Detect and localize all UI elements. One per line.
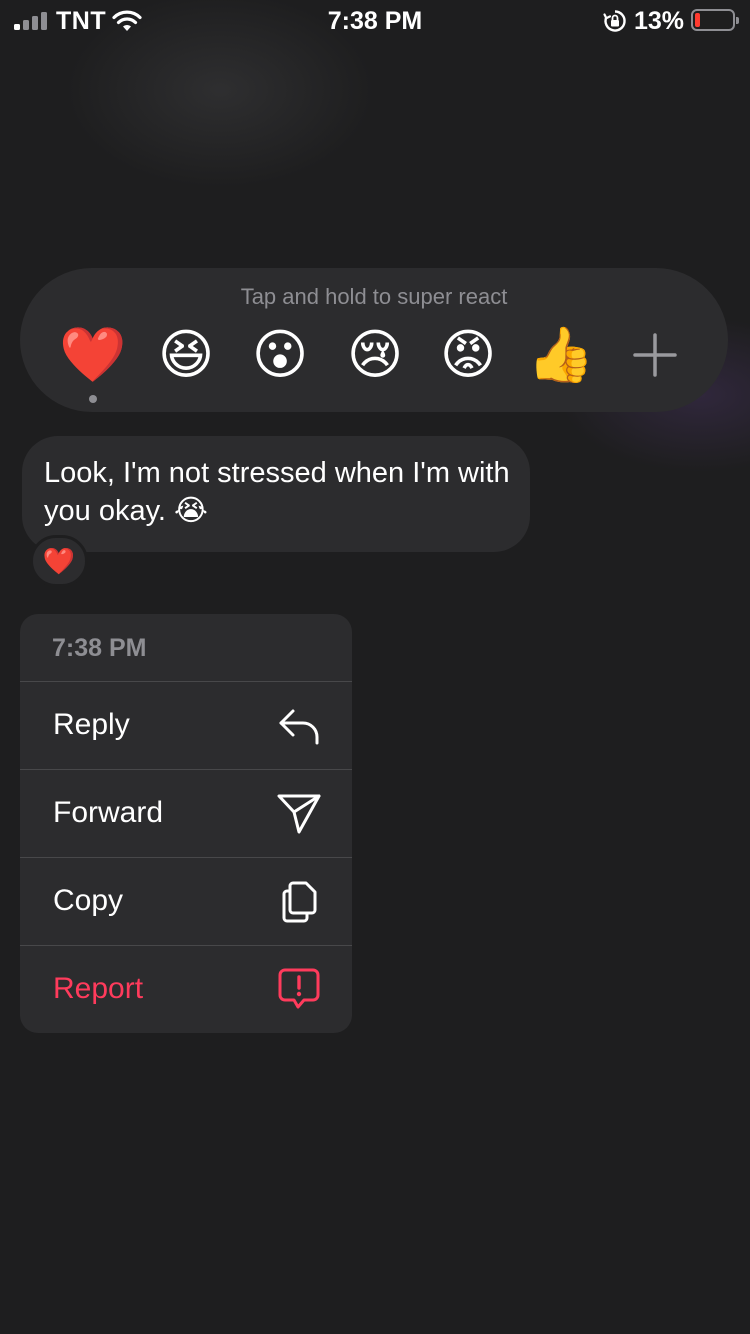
menu-item-forward[interactable]: Forward [20, 769, 352, 856]
reaction-surprised-button[interactable]: 😮 [245, 320, 315, 390]
reaction-laughing-button[interactable]: 😆 [151, 320, 221, 390]
menu-item-label: Forward [53, 796, 164, 829]
reaction-thumbs-up-button[interactable]: 👍 [526, 320, 596, 390]
send-icon [277, 794, 321, 834]
selected-reaction-indicator [89, 395, 97, 403]
message-text: Look, I'm not stressed when I'm with you… [44, 457, 510, 527]
menu-item-label: Report [53, 972, 144, 1005]
battery-icon [691, 9, 739, 31]
reply-icon [279, 709, 319, 745]
reaction-picker: Tap and hold to super react ❤️ 😆 😮 😢 😡 👍 [20, 268, 728, 412]
menu-item-report[interactable]: Report [20, 945, 352, 1033]
message-reaction-badge[interactable]: ❤️ [30, 535, 88, 587]
message-bubble[interactable]: Look, I'm not stressed when I'm with you… [22, 436, 530, 552]
add-reaction-button[interactable] [620, 320, 690, 390]
reaction-angry-button[interactable]: 😡 [433, 320, 503, 390]
plus-icon [633, 333, 677, 377]
battery-level-fill [695, 13, 700, 27]
orientation-lock-icon [603, 10, 626, 32]
menu-item-label: Copy [53, 884, 124, 917]
report-icon [278, 968, 320, 1009]
menu-item-copy[interactable]: Copy [20, 857, 352, 944]
reaction-crying-button[interactable]: 😢 [340, 320, 410, 390]
battery-percentage: 13% [634, 7, 685, 35]
message-context-menu: 7:38 PM Reply Forward Copy Report [20, 614, 352, 1033]
status-bar: TNT 7:38 PM 13% [0, 0, 750, 40]
copy-icon [282, 881, 317, 923]
menu-item-reply[interactable]: Reply [20, 681, 352, 768]
menu-item-label: Reply [53, 708, 130, 741]
reaction-heart-button[interactable]: ❤️ [58, 320, 128, 390]
message-timestamp: 7:38 PM [52, 634, 147, 662]
reaction-hint: Tap and hold to super react [240, 284, 508, 309]
